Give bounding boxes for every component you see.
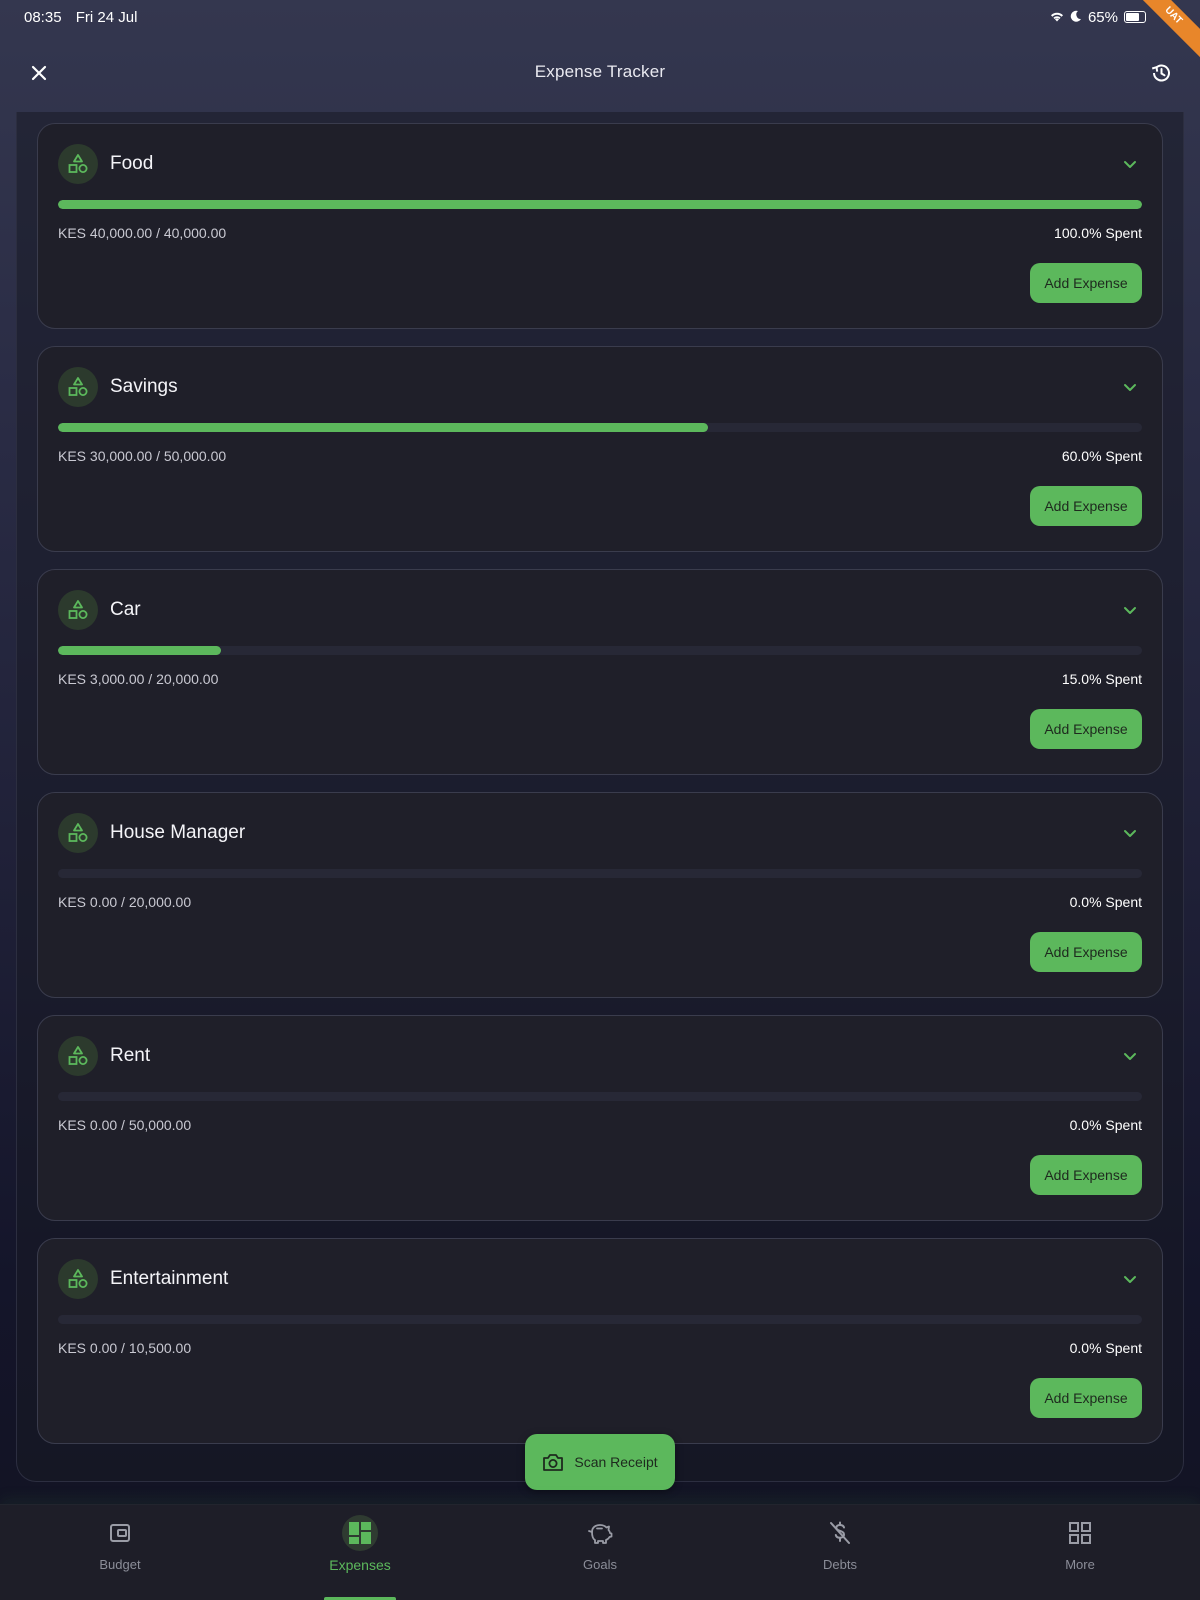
chevron-down-icon[interactable] [1118,598,1142,622]
nav-expenses[interactable]: Expenses [240,1505,480,1600]
history-icon [1151,64,1170,82]
category-card: Food KES 40,000.00 / 40,000.00 100.0% Spen… [37,123,1163,329]
expense-tracker-screen: 08:35 Fri 24 Jul 65% UAT Expense Tracker [0,0,1200,1600]
bottom-navigation: Budget Expenses Goals Debts More [0,1504,1200,1600]
status-time: 08:35 [24,8,62,26]
category-name: Entertainment [110,1268,229,1289]
add-expense-button[interactable]: Add Expense [1030,486,1142,526]
progress-fill [58,200,1142,209]
chevron-down-icon[interactable] [1118,152,1142,176]
category-header[interactable]: Entertainment [58,1259,1142,1299]
battery-percent: 65% [1087,8,1118,26]
nav-more[interactable]: More [960,1505,1200,1600]
add-expense-button[interactable]: Add Expense [1030,1155,1142,1195]
scan-receipt-button[interactable]: Scan Receipt [525,1434,675,1490]
progress-track [58,423,1142,432]
category-percent: 0.0% Spent [1069,1340,1142,1356]
status-bar: 08:35 Fri 24 Jul 65% UAT [0,0,1200,62]
category-percent: 15.0% Spent [1061,671,1142,687]
camera-icon [543,1453,564,1471]
category-header[interactable]: Savings [58,367,1142,407]
category-amount: KES 0.00 / 20,000.00 [58,894,192,910]
category-header[interactable]: Food [58,144,1142,184]
scan-receipt-label: Scan Receipt [574,1454,658,1470]
add-expense-button[interactable]: Add Expense [1030,263,1142,303]
category-shapes-icon [58,1259,98,1299]
progress-track [58,200,1142,209]
money-off-icon [822,1515,858,1551]
progress-track [58,1315,1142,1324]
moon-icon [1070,9,1082,26]
nav-goals-label: Goals [583,1557,617,1572]
page-title: Expense Tracker [534,62,666,81]
close-button[interactable] [22,56,56,90]
chevron-down-icon[interactable] [1118,821,1142,845]
close-icon [31,65,47,81]
category-percent: 100.0% Spent [1054,225,1142,241]
status-left: 08:35 Fri 24 Jul [24,9,147,26]
wifi-icon [1050,9,1064,26]
progress-track [58,646,1142,655]
category-percent: 0.0% Spent [1069,1117,1142,1133]
progress-fill [58,646,221,655]
add-expense-button[interactable]: Add Expense [1030,709,1142,749]
category-name: Car [110,599,141,620]
category-percent: 60.0% Spent [1061,448,1142,464]
category-shapes-icon [58,590,98,630]
category-header[interactable]: House Manager [58,813,1142,853]
category-amount: KES 3,000.00 / 20,000.00 [58,671,219,687]
category-percent: 0.0% Spent [1069,894,1142,910]
category-card: Savings KES 30,000.00 / 50,000.00 60.0% Sp… [37,346,1163,552]
dashboard-icon [342,1515,378,1551]
progress-track [58,1092,1142,1101]
category-shapes-icon [58,144,98,184]
category-amount: KES 40,000.00 / 40,000.00 [58,225,227,241]
category-name: House Manager [110,822,246,843]
category-shapes-icon [58,367,98,407]
nav-debts[interactable]: Debts [720,1505,960,1600]
category-card: Car KES 3,000.00 / 20,000.00 15.0% Spent Ad… [37,569,1163,775]
app-bar: Expense Tracker [0,34,1200,110]
nav-budget-label: Budget [99,1557,141,1572]
wallet-icon [102,1515,138,1551]
chevron-down-icon[interactable] [1118,375,1142,399]
piggy-bank-icon [582,1515,618,1551]
nav-expenses-label: Expenses [329,1557,391,1573]
category-amount: KES 0.00 / 10,500.00 [58,1340,192,1356]
category-header[interactable]: Car [58,590,1142,630]
category-shapes-icon [58,1036,98,1076]
nav-budget[interactable]: Budget [0,1505,240,1600]
nav-goals[interactable]: Goals [480,1505,720,1600]
category-card: House Manager KES 0.00 / 20,000.00 0.0% Sp… [37,792,1163,998]
category-amount: KES 0.00 / 50,000.00 [58,1117,192,1133]
status-date: Fri 24 Jul [75,8,138,26]
progress-track [58,869,1142,878]
battery-icon [1124,11,1146,23]
progress-fill [58,423,709,432]
category-name: Savings [110,376,178,397]
category-name: Food [110,153,154,174]
grid-icon [1062,1515,1098,1551]
category-name: Rent [110,1045,151,1066]
category-card: Entertainment KES 0.00 / 10,500.00 0.0% Sp… [37,1238,1163,1444]
chevron-down-icon[interactable] [1118,1044,1142,1068]
category-card: Rent KES 0.00 / 50,000.00 0.0% Spent Add Ex… [37,1015,1163,1221]
nav-more-label: More [1065,1557,1095,1572]
history-button[interactable] [1144,56,1178,90]
nav-debts-label: Debts [823,1557,857,1572]
category-header[interactable]: Rent [58,1036,1142,1076]
chevron-down-icon[interactable] [1118,1267,1142,1291]
add-expense-button[interactable]: Add Expense [1030,1378,1142,1418]
add-expense-button[interactable]: Add Expense [1030,932,1142,972]
category-shapes-icon [58,813,98,853]
category-amount: KES 30,000.00 / 50,000.00 [58,448,227,464]
